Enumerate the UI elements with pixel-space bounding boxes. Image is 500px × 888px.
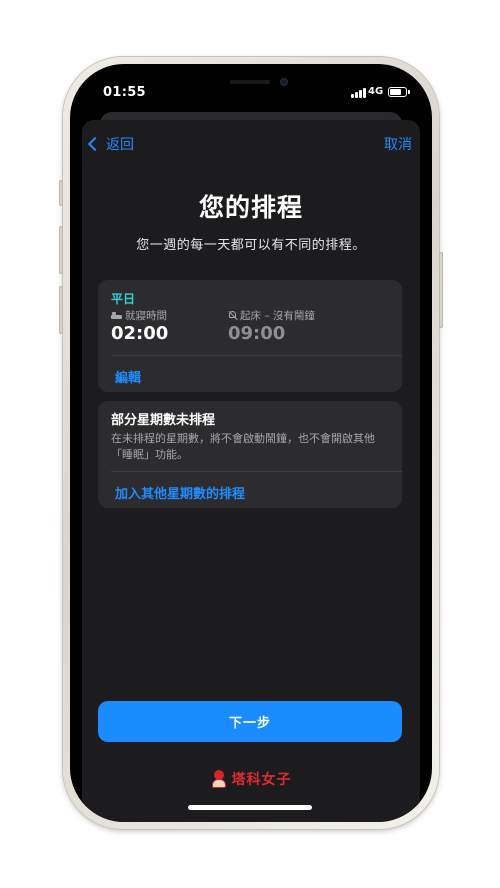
back-label: 返回 [106, 137, 134, 153]
unscheduled-description: 在未排程的星期數，將不會啟動鬧鐘，也不會開啟其他「睡眠」功能。 [111, 432, 375, 461]
watermark-text: 塔科女子 [231, 772, 292, 788]
speaker-grille [230, 80, 270, 84]
status-time: 01:55 [103, 85, 146, 100]
back-button[interactable]: 返回 [87, 134, 134, 154]
wake-value: 09:00 [228, 323, 286, 344]
add-schedule-button[interactable]: 加入其他星期數的排程 [115, 483, 245, 502]
next-button[interactable]: 下一步 [98, 701, 402, 742]
bedtime-label-row: 就寢時間 [111, 308, 167, 323]
bell-slash-icon [228, 311, 237, 320]
watermark: 塔科女子 [70, 769, 432, 789]
unscheduled-days-card: 部分星期數未排程 在未排程的星期數，將不會啟動鬧鐘，也不會開啟其他「睡眠」功能。… [98, 401, 402, 508]
watermark-logo-icon [211, 770, 227, 788]
weekday-schedule-card[interactable]: 平日 就寢時間 02:00 起床 – 沒有鬧鐘 09:00 編輯 [98, 280, 402, 392]
card-divider [111, 471, 402, 472]
wake-label: 起床 – 沒有鬧鐘 [240, 310, 315, 322]
bedtime-value: 02:00 [111, 323, 169, 344]
network-type: 4G [368, 86, 384, 97]
power-button [439, 252, 443, 328]
page-subtitle: 您一週的每一天都可以有不同的排程。 [136, 238, 366, 253]
cancel-button[interactable]: 取消 [384, 134, 412, 154]
schedule-days-label: 平日 [111, 292, 136, 306]
silent-switch [59, 180, 63, 206]
wake-label-row: 起床 – 沒有鬧鐘 [228, 308, 315, 323]
edit-button[interactable]: 編輯 [115, 367, 141, 386]
bed-icon [111, 312, 122, 319]
chevron-left-icon [87, 136, 103, 152]
front-camera [280, 78, 288, 86]
battery-icon [388, 87, 410, 97]
volume-down-button [59, 286, 63, 334]
page-title: 您的排程 [198, 193, 303, 222]
bedtime-label: 就寢時間 [125, 310, 167, 322]
status-bar: 01:55 4G [70, 64, 432, 118]
volume-up-button [59, 226, 63, 274]
phone-screen: 01:55 4G 返回 取消 您的排程 您一週的每一天都可以有不同的排程。 平日… [70, 64, 432, 822]
card-divider [111, 355, 402, 356]
home-indicator[interactable] [188, 805, 312, 810]
unscheduled-title: 部分星期數未排程 [111, 413, 216, 428]
